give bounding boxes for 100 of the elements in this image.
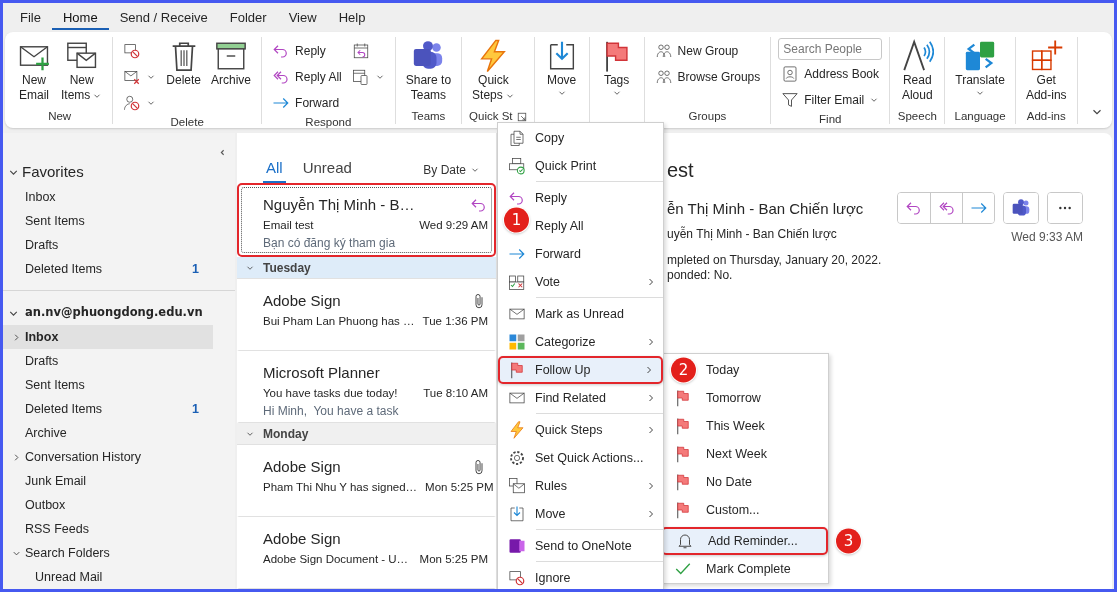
printer-icon (508, 157, 526, 175)
teams-button[interactable] (1004, 193, 1038, 223)
group-label: Delete (170, 115, 204, 130)
group-label: Find (819, 112, 842, 127)
menu-item[interactable]: Mark Complete (661, 555, 828, 583)
ribbon-tab[interactable]: Folder (218, 3, 278, 30)
ribbon-button[interactable]: Share to Teams (402, 37, 455, 109)
message-time: Tue 1:36 PM (422, 313, 488, 329)
ribbon-button[interactable]: Reply All (269, 64, 345, 89)
menu-item[interactable]: Rules (498, 472, 663, 500)
menu-item[interactable]: Categorize (498, 328, 663, 356)
section-header[interactable]: Favorites (3, 159, 235, 185)
sort-button[interactable]: By Date (417, 160, 486, 183)
ribbon-button[interactable]: New Group (651, 38, 764, 63)
group-header[interactable]: Tuesday (237, 257, 496, 279)
account-header[interactable]: an.nv@phuongdong.edu.vn (3, 301, 235, 325)
calendar-phone-icon (351, 67, 370, 86)
group-label: New (48, 109, 72, 124)
folder-item[interactable]: Sent Items (3, 209, 213, 233)
menu-item[interactable]: Tomorrow (661, 384, 828, 412)
menu-item[interactable]: Custom... (661, 496, 828, 524)
folder-item[interactable]: Outbox (3, 493, 213, 517)
menu-item[interactable]: No Date (661, 468, 828, 496)
ribbon-button[interactable]: Tags (596, 37, 637, 109)
recipient-name: uyễn Thị Minh - Ban Chiến lược (667, 225, 838, 243)
menu-item[interactable]: Next Week (661, 440, 828, 468)
menu-item[interactable]: Set Quick Actions... (498, 444, 663, 472)
folder-item[interactable]: Junk Email (3, 469, 213, 493)
message-subject: Email test (263, 217, 314, 233)
ribbon-button[interactable]: Delete (163, 37, 205, 115)
ribbon-button[interactable]: Browse Groups (651, 64, 764, 89)
ribbon-button[interactable]: Move (541, 37, 582, 109)
group-label: Respond (305, 115, 352, 130)
filter-tab[interactable]: All (263, 156, 286, 183)
menu-item[interactable]: Send to OneNote (498, 532, 663, 560)
filter-icon (781, 90, 800, 109)
folder-item[interactable]: Drafts (3, 349, 213, 373)
color-squares-icon (508, 333, 526, 351)
message-item[interactable]: Adobe Sign Pham Thi Nhu Y has signed… Mon 5:25 PM (237, 445, 496, 517)
ribbon-button[interactable]: New Items (58, 37, 106, 109)
rules-icon (508, 477, 526, 495)
menu-item[interactable]: Mark as Unread (498, 300, 663, 328)
teams-icon (1011, 198, 1031, 218)
group-label: Speech (897, 109, 937, 124)
info-text: ponded: No. (667, 267, 734, 283)
flag-icon (674, 501, 692, 519)
ribbon-button[interactable]: New Email (14, 37, 54, 109)
message-time: Tue 8:10 AM (423, 385, 488, 401)
folder-item[interactable]: Conversation History (3, 445, 213, 469)
ribbon-button[interactable]: Get Add-ins (1022, 37, 1070, 109)
ribbon-tab[interactable]: Help (327, 3, 377, 30)
menu-item[interactable]: Move (498, 500, 663, 528)
menu-item[interactable]: Copy (498, 124, 663, 152)
ribbon-tab[interactable]: Send / Receive (108, 3, 219, 30)
folder-item[interactable]: Inbox (3, 185, 213, 209)
ribbon-tab[interactable]: File (9, 3, 52, 30)
folder-item[interactable]: Deleted Items 1 (3, 257, 213, 281)
ribbon-tab[interactable]: Home (51, 3, 109, 30)
folder-item[interactable]: Unread Mail (3, 565, 213, 589)
folder-item[interactable]: Deleted Items 1 (3, 397, 213, 421)
ribbon-button[interactable]: Reply (269, 38, 345, 63)
ribbon-button[interactable]: Archive (208, 37, 255, 115)
group-label: Language (954, 109, 1006, 124)
menu-item[interactable]: Ignore (498, 564, 663, 589)
folder-item[interactable]: Archive (3, 421, 213, 445)
reply-icon (508, 189, 526, 207)
onenote-icon (508, 537, 526, 555)
ribbon-button[interactable]: Quick Steps (469, 37, 518, 109)
person-block-icon (123, 93, 142, 112)
menu-item[interactable]: Vote (498, 268, 663, 296)
folder-item[interactable]: Drafts (3, 233, 213, 257)
ribbon-button[interactable]: Translate (952, 37, 1008, 109)
launcher-icon[interactable] (516, 111, 527, 122)
group-label: Groups (688, 109, 727, 124)
sender-name: Adobe Sign (263, 529, 341, 549)
folder-item[interactable]: Inbox (3, 325, 213, 349)
message-preview: Hi Minh, You have a task (263, 402, 400, 420)
menu-item[interactable]: This Week (661, 412, 828, 440)
ribbon-tab[interactable]: View (277, 3, 328, 30)
message-time: Mon 5:25 PM (425, 479, 494, 495)
ribbon-button[interactable]: Forward (269, 90, 345, 115)
chevron-icon (218, 148, 227, 158)
folder-item[interactable]: RSS Feeds (3, 517, 213, 541)
ribbon-button[interactable]: Read Aloud (897, 37, 938, 109)
group-header[interactable]: Monday (237, 423, 496, 445)
search-field[interactable]: Search People (778, 38, 883, 60)
envelope-block-icon (123, 41, 142, 60)
message-item[interactable]: Adobe Sign Bui Pham Lan Phuong has … Tue 1:36 PM (237, 279, 496, 351)
message-preview: Bạn có đăng ký tham gia (263, 234, 397, 252)
folder-item[interactable]: Search Folders (3, 541, 213, 565)
menu-item[interactable]: Find Related (498, 384, 663, 412)
filter-tab[interactable]: Unread (299, 156, 355, 183)
folder-item[interactable]: Sent Items (3, 373, 213, 397)
message-time: Mon 5:25 PM (419, 551, 488, 567)
ribbon-button[interactable]: Address Book (778, 61, 883, 86)
flag-icon (674, 389, 692, 407)
ribbon-button[interactable]: Filter Email (778, 87, 883, 112)
menu-item[interactable]: Quick Print (498, 152, 663, 180)
menu-item[interactable]: Quick Steps (498, 416, 663, 444)
message-item[interactable]: Adobe Sign Adobe Sign Document - U… Mon 5:25 PM (237, 517, 496, 589)
